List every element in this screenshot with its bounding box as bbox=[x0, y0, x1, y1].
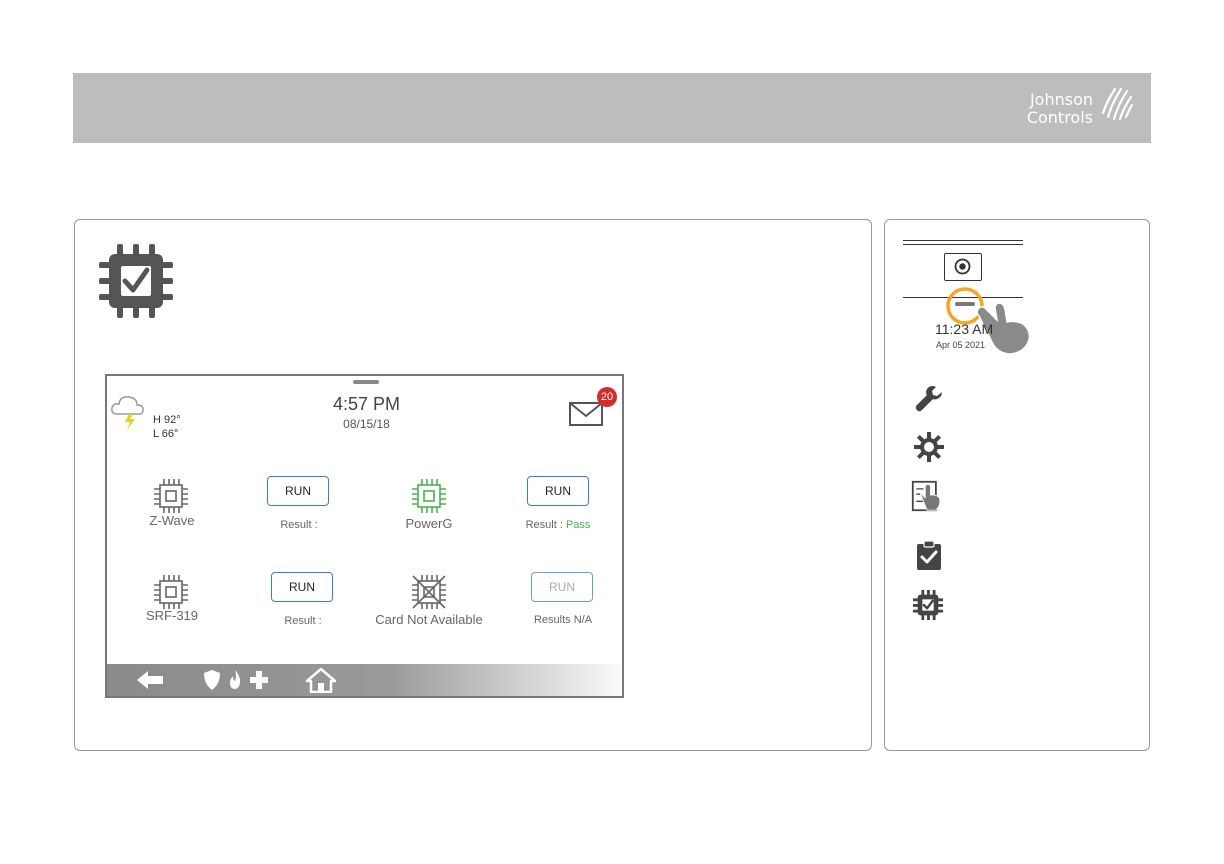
bottom-navigation-bar bbox=[107, 664, 622, 696]
fire-icon[interactable] bbox=[227, 669, 243, 691]
chip-check-icon[interactable] bbox=[912, 589, 944, 621]
result-value-powerg: Pass bbox=[562, 519, 591, 531]
result-zwave: Result : bbox=[239, 519, 359, 531]
shield-icon[interactable] bbox=[203, 669, 221, 691]
main-panel: H 92° L 66° 4:57 PM 08/15/18 20 Z-Wave R… bbox=[74, 219, 872, 751]
run-button-srf319[interactable]: RUN bbox=[271, 572, 333, 602]
module-name-powerg: PowerG bbox=[405, 516, 453, 531]
brand-name: Johnson Controls bbox=[1013, 91, 1093, 127]
chip-check-icon bbox=[99, 244, 173, 318]
johnson-controls-logo: Johnson Controls bbox=[1013, 83, 1133, 135]
module-name-srf319: SRF-319 bbox=[145, 608, 199, 623]
wrench-icon[interactable] bbox=[913, 383, 945, 415]
run-button-powerg[interactable]: RUN bbox=[527, 476, 589, 506]
run-button-zwave[interactable]: RUN bbox=[267, 476, 329, 506]
zwave-chip-icon bbox=[154, 479, 188, 513]
run-button-disabled[interactable]: RUN bbox=[531, 572, 593, 602]
sidebar-time: 11:23 AM bbox=[935, 321, 994, 337]
sidebar-date: Apr 05 2021 bbox=[936, 340, 986, 350]
module-name-card-not-available: Card Not Available bbox=[375, 612, 483, 627]
back-arrow-icon[interactable] bbox=[135, 669, 165, 691]
clock: 4:57 PM 08/15/18 bbox=[107, 394, 626, 431]
result-powerg: Result : Pass bbox=[498, 519, 618, 531]
result-srf319: Result : bbox=[243, 615, 363, 627]
result-label-powerg: Result : bbox=[525, 519, 563, 531]
camera-icon bbox=[954, 258, 971, 275]
powerg-chip-icon bbox=[412, 479, 446, 513]
medical-cross-icon[interactable] bbox=[249, 670, 269, 690]
device-screen: H 92° L 66° 4:57 PM 08/15/18 20 Z-Wave R… bbox=[105, 374, 624, 698]
camera-button[interactable] bbox=[944, 253, 982, 281]
module-name-zwave: Z-Wave bbox=[149, 513, 195, 528]
brand-line-1: Johnson bbox=[1029, 90, 1093, 109]
mail-icon[interactable] bbox=[569, 402, 603, 426]
clock-date: 08/15/18 bbox=[343, 417, 390, 431]
pull-down-handle[interactable] bbox=[353, 380, 379, 384]
navigation-guide-panel: 11:23 AM Apr 05 2021 bbox=[884, 219, 1150, 751]
brand-line-2: Controls bbox=[1026, 108, 1093, 127]
result-label-zwave: Result : bbox=[280, 519, 318, 531]
clock-time: 4:57 PM bbox=[332, 394, 401, 414]
touch-screen-icon[interactable] bbox=[911, 480, 943, 512]
unavailable-chip-icon bbox=[412, 575, 446, 609]
gear-icon[interactable] bbox=[913, 431, 945, 463]
srf319-chip-icon bbox=[154, 575, 188, 609]
divider-line bbox=[903, 244, 1023, 245]
result-label-srf319: Result : bbox=[284, 615, 322, 627]
brand-mark-icon bbox=[1101, 87, 1133, 121]
clipboard-check-icon[interactable] bbox=[913, 539, 945, 571]
divider-line bbox=[903, 240, 1023, 241]
result-label-na: Results N/A bbox=[533, 614, 593, 626]
message-count-badge: 20 bbox=[597, 387, 617, 407]
home-icon[interactable] bbox=[305, 667, 337, 693]
result-not-available: Results N/A bbox=[503, 614, 623, 626]
header-banner: Johnson Controls bbox=[73, 73, 1151, 143]
